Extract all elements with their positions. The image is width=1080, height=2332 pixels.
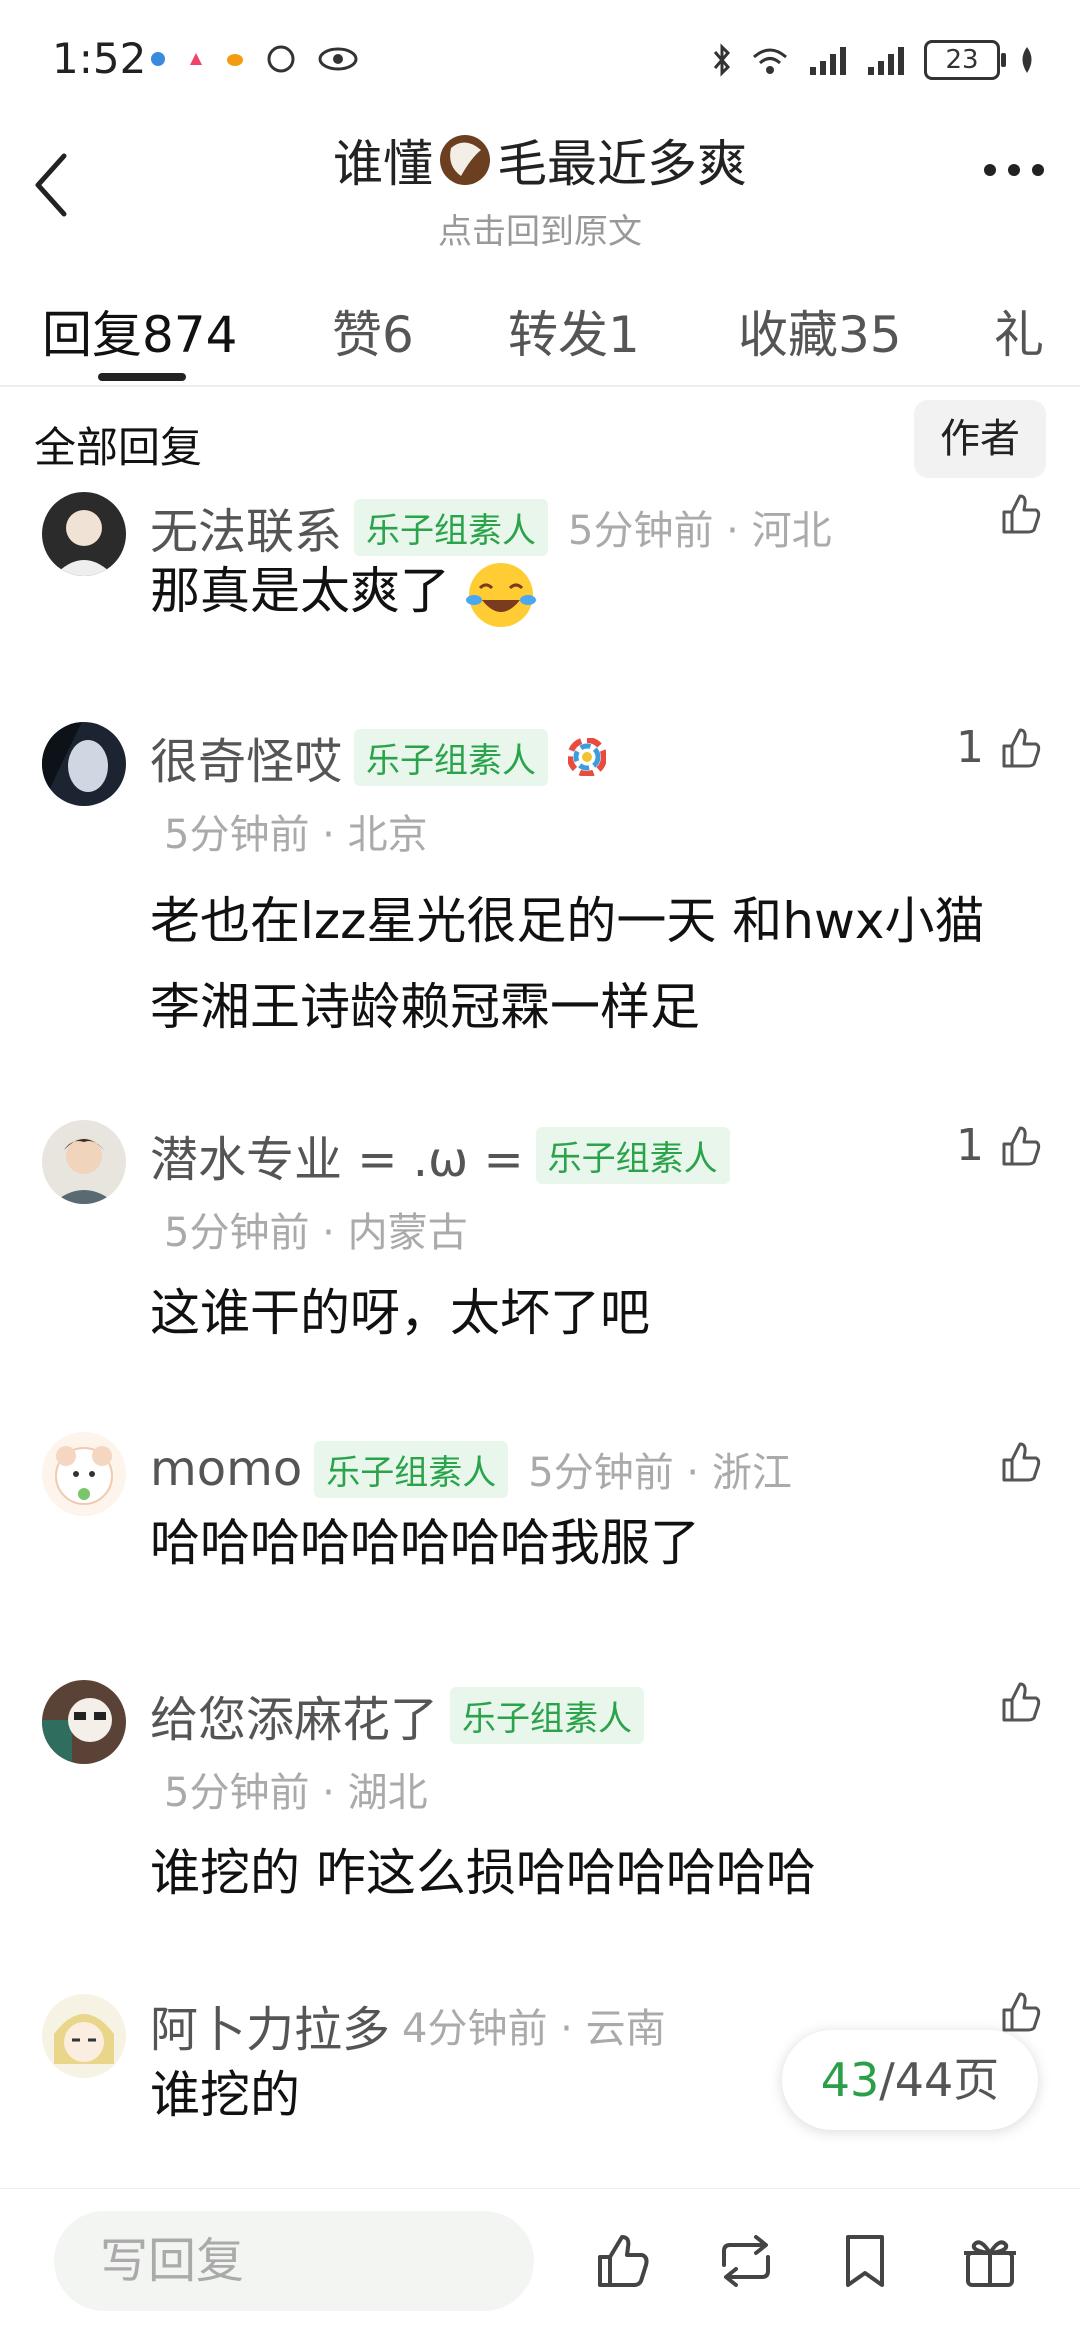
thumbs-up-icon <box>1002 1442 1041 1482</box>
system-icons: 23 <box>712 40 1036 80</box>
app-notification-icon <box>188 51 204 67</box>
status-time: 1:52 <box>52 34 147 83</box>
current-page: 43 <box>820 2053 880 2107</box>
bluetooth-icon <box>712 43 732 77</box>
like-count: 1 <box>956 1120 984 1171</box>
time-location: 5分钟前 · 内蒙古 <box>164 1210 468 1256</box>
comment-body: 这谁干的呀，太坏了吧 <box>150 1284 650 1342</box>
comment-body: 谁挖的 咋这么损哈哈哈哈哈哈 <box>150 1844 816 1902</box>
group-badge: 乐子组素人 <box>354 498 549 556</box>
thumbs-up-icon[interactable] <box>592 2231 652 2291</box>
thumbs-up-icon <box>1002 1682 1041 1722</box>
tab-reposts[interactable]: 转发1 <box>508 295 640 367</box>
like-count: 1 <box>956 722 984 773</box>
more-icon[interactable] <box>984 164 1044 176</box>
like-button[interactable]: 1 <box>956 1120 1042 1171</box>
comment-meta: 很奇怪哎 乐子组素人 5分钟前 · 北京 <box>150 722 960 860</box>
group-badge: 乐子组素人 <box>450 1686 645 1744</box>
title-text-start: 谁懂 <box>333 135 433 193</box>
avatar[interactable] <box>42 492 126 576</box>
tab-favorites[interactable]: 收藏35 <box>738 295 902 367</box>
tab-likes[interactable]: 赞6 <box>332 295 414 367</box>
app-notification-icon <box>150 51 166 67</box>
eye-icon <box>318 46 358 72</box>
bookmark-icon[interactable] <box>840 2231 890 2291</box>
like-button[interactable]: 1 <box>956 722 1042 773</box>
comment-body: 那真是太爽了 <box>150 548 1020 634</box>
wifi-icon <box>750 43 790 77</box>
battery-icon: 23 <box>924 40 1006 80</box>
author-filter-button[interactable]: 作者 <box>914 400 1046 478</box>
signal-icon <box>808 43 848 77</box>
thumbs-up-icon <box>1002 1992 1041 2032</box>
rainbow-medal-icon <box>568 738 607 776</box>
group-badge: 乐子组素人 <box>314 1440 509 1498</box>
leaf-icon <box>1018 45 1036 75</box>
tab-bar: 回复874 赞6 转发1 收藏35 礼 <box>0 275 1080 387</box>
username[interactable]: 很奇怪哎 <box>150 722 342 792</box>
coconut-icon <box>437 132 493 188</box>
bottom-bar: 写回复 <box>0 2188 1080 2332</box>
time-location: 4分钟前 · 云南 <box>402 2006 666 2052</box>
gift-icon[interactable] <box>960 2231 1020 2291</box>
active-tab-indicator <box>98 373 186 381</box>
like-button[interactable] <box>998 1990 1042 2034</box>
username[interactable]: 给您添麻花了 <box>150 1680 438 1750</box>
comment-text: 那真是太爽了 <box>150 562 450 620</box>
tab-gifts[interactable]: 礼 <box>994 295 1044 367</box>
comment-body: 老也在lzz星光很足的一天 和hwx小猫李湘王诗龄赖冠霖一样足 <box>150 892 985 1036</box>
title-text-end: 毛最近多爽 <box>497 135 747 193</box>
comment-meta: 潜水专业 = .ω = 乐子组素人 5分钟前 · 内蒙古 <box>150 1120 960 1258</box>
filter-row: 全部回复 作者 <box>0 400 1080 480</box>
status-bar: 1:52 23 <box>0 0 1080 120</box>
signal-icon <box>866 43 906 77</box>
time-location: 5分钟前 · 浙江 <box>528 1450 792 1496</box>
avatar[interactable] <box>42 722 126 806</box>
like-button[interactable] <box>998 1440 1042 1484</box>
circle-icon <box>266 44 296 74</box>
avatar[interactable] <box>42 1120 126 1204</box>
comment-body: 哈哈哈哈哈哈哈哈我服了 <box>150 1514 700 1572</box>
notification-icons <box>150 44 358 74</box>
header: 谁懂 毛最近多爽 点击回到原文 <box>0 110 1080 260</box>
tab-replies[interactable]: 回复874 <box>42 295 237 367</box>
thumbs-up-icon <box>1002 728 1041 767</box>
like-button[interactable] <box>998 492 1042 536</box>
thumbs-up-icon <box>1002 1126 1041 1165</box>
username[interactable]: 潜水专业 = .ω = <box>150 1120 524 1190</box>
page-indicator[interactable]: 43/44页 <box>782 2030 1038 2130</box>
like-button[interactable] <box>998 1680 1042 1724</box>
avatar[interactable] <box>42 1432 126 1516</box>
time-location: 5分钟前 · 北京 <box>164 812 428 858</box>
reply-input[interactable]: 写回复 <box>54 2211 534 2311</box>
username[interactable]: momo <box>150 1441 302 1497</box>
back-to-original-link[interactable]: 点击回到原文 <box>0 204 1080 253</box>
comment-meta: momo 乐子组素人 5分钟前 · 浙江 <box>150 1440 960 1498</box>
laughing-crying-emoji-icon <box>465 560 536 630</box>
group-badge: 乐子组素人 <box>354 728 549 786</box>
all-replies-label[interactable]: 全部回复 <box>34 414 202 475</box>
comment-meta: 给您添麻花了 乐子组素人 5分钟前 · 湖北 <box>150 1680 960 1818</box>
post-title: 谁懂 毛最近多爽 <box>333 124 747 196</box>
avatar[interactable] <box>42 1994 126 2078</box>
total-pages: /44页 <box>879 2053 1000 2107</box>
thumbs-up-icon <box>1002 494 1041 534</box>
weibo-icon <box>226 51 244 67</box>
username[interactable]: 阿卜力拉多 <box>150 1990 390 2060</box>
time-location: 5分钟前 · 湖北 <box>164 1770 428 1816</box>
avatar[interactable] <box>42 1680 126 1764</box>
repost-icon[interactable] <box>714 2231 778 2291</box>
group-badge: 乐子组素人 <box>535 1126 730 1184</box>
title-area[interactable]: 谁懂 毛最近多爽 点击回到原文 <box>0 124 1080 253</box>
